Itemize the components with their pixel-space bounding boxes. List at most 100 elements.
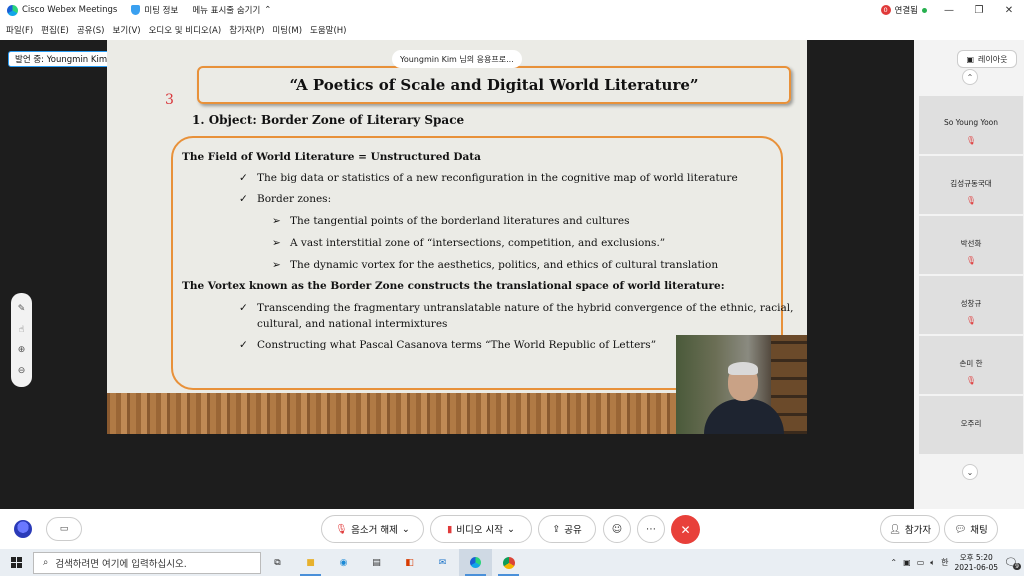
meeting-info-button[interactable]: 미팅 정보: [124, 4, 185, 16]
start-button[interactable]: [0, 549, 33, 576]
hide-menu-button[interactable]: 메뉴 표시줄 숨기기 ⌃: [185, 4, 278, 16]
muted-mic-icon: 🎙︎: [965, 136, 977, 145]
webex-taskbar-button[interactable]: [459, 549, 492, 576]
chat-button[interactable]: 💬︎ 채팅: [944, 515, 998, 543]
participant-tile[interactable]: 손미 한 🎙︎: [919, 336, 1023, 394]
menu-bar: 파일(F) 편집(E) 공유(S) 보기(V) 오디오 및 비디오(A) 참가자…: [0, 20, 1024, 40]
participant-name: So Young Yoon: [943, 118, 999, 127]
clock-time: 오후 5:20: [959, 552, 993, 562]
slide-line: ✓ Transcending the fragmentary untranslat…: [239, 302, 794, 314]
captions-button[interactable]: ▭: [46, 517, 82, 541]
checkmark-icon: ✓: [239, 193, 248, 205]
menu-participants[interactable]: 참가자(P): [225, 24, 268, 36]
slide-line: ✓ Constructing what Pascal Casanova terms…: [239, 339, 657, 351]
menu-audio-video[interactable]: 오디오 및 비디오(A): [145, 24, 226, 36]
more-options-button[interactable]: ⋯: [637, 515, 665, 543]
menu-meeting[interactable]: 미팅(M): [268, 24, 306, 36]
menu-share[interactable]: 공유(S): [73, 24, 109, 36]
menu-view[interactable]: 보기(V): [109, 24, 145, 36]
annotate-icon[interactable]: ✎: [18, 304, 26, 314]
share-icon: ⇪: [552, 523, 561, 535]
slide-heading: 1. Object: Border Zone of Literary Space: [192, 113, 465, 127]
unmute-button[interactable]: 🎙︎ 음소거 해제 ⌄: [321, 515, 424, 543]
minimize-button[interactable]: —: [934, 0, 964, 20]
participant-tile[interactable]: 오주리: [919, 396, 1023, 454]
slide-line: ✓ The big data or statistics of a new rec…: [239, 172, 738, 184]
ai-assistant-icon[interactable]: [14, 520, 32, 538]
notification-icon[interactable]: 🗨︎ 9: [1004, 556, 1021, 570]
slide-line: The Vortex known as the Border Zone cons…: [182, 280, 725, 292]
checkmark-icon: ✓: [239, 302, 248, 314]
chevron-down-icon: ⌄: [401, 523, 410, 535]
share-button[interactable]: ⇪ 공유: [538, 515, 596, 543]
menu-edit[interactable]: 편집(E): [37, 24, 73, 36]
layout-label: 레이아웃: [978, 54, 1008, 64]
slide-line: ➢ The dynamic vortex for the aesthetics, …: [272, 259, 719, 271]
scroll-down-button[interactable]: ⌄: [962, 464, 978, 480]
ime-indicator[interactable]: 한: [941, 557, 948, 568]
hide-menu-label: 메뉴 표시줄 숨기기: [192, 6, 261, 16]
participant-tile[interactable]: 성창규 🎙︎: [919, 276, 1023, 334]
volume-icon[interactable]: 🔈︎: [930, 558, 935, 568]
webex-logo-icon: [7, 4, 18, 16]
edge-button[interactable]: ◉: [327, 549, 360, 576]
chrome-button[interactable]: [492, 549, 525, 576]
windows-logo-icon: [11, 557, 22, 568]
zoom-out-icon[interactable]: ⊖: [18, 366, 26, 376]
menu-file[interactable]: 파일(F): [2, 24, 37, 36]
file-explorer-button[interactable]: ■: [294, 549, 327, 576]
clock-date: 2021-06-05: [954, 562, 999, 572]
mail-button[interactable]: ✉: [426, 549, 459, 576]
tray-expand-icon[interactable]: ⌃: [890, 558, 897, 567]
zoom-in-icon[interactable]: ⊕: [18, 345, 26, 355]
connection-badge: 0: [880, 5, 891, 15]
close-icon: ✕: [680, 522, 691, 537]
participant-name: 박선화: [960, 239, 982, 248]
close-button[interactable]: ✕: [994, 0, 1024, 20]
app-name: Cisco Webex Meetings: [22, 5, 118, 15]
slide-line: The Field of World Literature = Unstruct…: [182, 151, 481, 163]
connection-status[interactable]: 0 연결됨: [874, 4, 934, 16]
store-button[interactable]: ▤: [360, 549, 393, 576]
layout-button[interactable]: ▣ 레이아웃: [957, 50, 1017, 68]
participants-button[interactable]: 👤︎ 참가자: [880, 515, 940, 543]
presenter-video[interactable]: [676, 335, 807, 434]
leave-meeting-button[interactable]: ✕: [671, 515, 700, 544]
layout-icon: ▣: [966, 54, 975, 64]
taskbar-clock[interactable]: 오후 5:20 2021-06-05: [954, 553, 998, 573]
share-label: 공유: [564, 525, 582, 536]
presenter-hair: [728, 362, 758, 375]
meeting-tray-icon[interactable]: ▣: [903, 558, 911, 567]
task-view-icon: ⧉: [274, 557, 281, 568]
taskbar-search[interactable]: ⌕ 검색하려면 여기에 입력하십시오.: [33, 551, 261, 574]
checkmark-icon: ✓: [239, 339, 248, 351]
sharing-indicator[interactable]: Youngmin Kim 님의 응용프로...: [392, 50, 522, 68]
search-placeholder: 검색하려면 여기에 입력하십시오.: [55, 558, 187, 570]
participant-tile[interactable]: 박선화 🎙︎: [919, 216, 1023, 274]
chrome-icon: [502, 556, 515, 569]
participant-tile[interactable]: So Young Yoon 🎙︎: [919, 96, 1023, 154]
restore-button[interactable]: ❐: [964, 0, 994, 20]
more-icon: ⋯: [646, 523, 656, 535]
office-button[interactable]: ◧: [393, 549, 426, 576]
reactions-button[interactable]: ☺: [603, 515, 631, 543]
task-view-button[interactable]: ⧉: [261, 549, 294, 576]
participant-name: 오주리: [960, 419, 982, 428]
edge-icon: ◉: [339, 557, 348, 568]
main-stage: 발언 중: Youngmin Kim “A Poetics of Scale a…: [0, 40, 914, 509]
participant-panel: ▣ 레이아웃 ⌃ So Young Yoon 🎙︎ 김성규동국대 🎙︎ 박선화 …: [914, 40, 1024, 509]
connected-dot-icon: [922, 7, 927, 13]
participant-tile[interactable]: 김성규동국대 🎙︎: [919, 156, 1023, 214]
slide-line: ➢ The tangential points of the borderland…: [272, 215, 630, 227]
network-icon[interactable]: ▭: [917, 558, 925, 567]
chat-icon: 💬︎: [954, 523, 967, 535]
menu-help[interactable]: 도움말(H): [306, 24, 350, 36]
scroll-up-button[interactable]: ⌃: [962, 69, 978, 85]
office-icon: ◧: [405, 557, 414, 568]
connection-label: 연결됨: [894, 6, 918, 16]
pointer-icon[interactable]: ☝: [19, 325, 24, 335]
system-tray: ⌃ ▣ ▭ 🔈︎ 한 오후 5:20 2021-06-05 🗨︎ 9: [890, 549, 1024, 576]
start-video-button[interactable]: ▮ 비디오 시작 ⌄: [430, 515, 532, 543]
chevron-down-icon: ⌄: [507, 523, 515, 535]
app-title: Cisco Webex Meetings: [0, 4, 124, 16]
